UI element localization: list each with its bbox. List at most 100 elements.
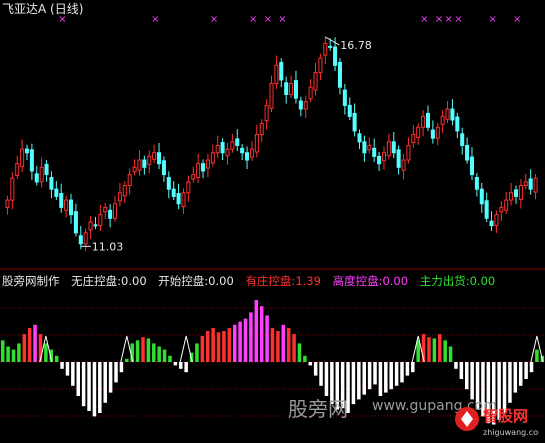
indicator-bar: [438, 334, 442, 362]
indicator-bar: [378, 362, 383, 396]
candle-body: [10, 177, 15, 201]
candle-body: [201, 163, 206, 172]
candle-body: [489, 220, 494, 227]
candle-body: [381, 152, 386, 162]
candle-body: [303, 101, 308, 110]
indicator-bar: [529, 362, 534, 373]
candle-body: [147, 155, 152, 165]
indicator-bar: [98, 362, 102, 413]
candle-body: [484, 200, 489, 219]
candle-body: [24, 148, 30, 154]
indicator-bar: [416, 340, 420, 362]
indicator-bar: [222, 331, 226, 362]
indicator-bar: [465, 362, 469, 390]
indicator-bar: [362, 362, 366, 395]
candle-body: [132, 166, 137, 173]
candle-body: [137, 159, 142, 171]
stock-name: 飞亚达A: [2, 2, 47, 16]
indicator-bar: [33, 324, 37, 362]
candle-body: [465, 144, 470, 161]
indicator-bar: [216, 332, 221, 362]
candle-body: [460, 133, 465, 146]
zhigu-logo: 智股网 zhiguwang.com: [455, 407, 539, 437]
logo-text: 智股网: [483, 407, 528, 425]
indicator-bar: [276, 331, 280, 362]
candle-body: [210, 152, 215, 164]
candle-body: [411, 134, 416, 144]
indicator-legend: 股旁网制作 无庄控盘:0.00 开始控盘:0.00 有庄控盘:1.39 高度控盘…: [2, 273, 503, 289]
indicator-bar: [508, 362, 512, 403]
candle-body: [435, 126, 440, 139]
candle-body: [337, 61, 342, 88]
indicator-bar: [238, 321, 242, 362]
indicator-bar: [432, 338, 437, 362]
indicator-bar: [324, 362, 329, 396]
candle-body: [391, 141, 396, 154]
indicator-bar: [254, 300, 259, 362]
candle-body: [474, 177, 479, 190]
candle-body: [249, 148, 254, 158]
low-price-label: 11.03: [92, 240, 124, 253]
indicator-bar: [60, 362, 64, 369]
indicator-bar: [459, 362, 464, 379]
indicator-bar: [394, 362, 399, 386]
indicator-bar: [200, 335, 205, 362]
indicator-bar: [313, 362, 318, 376]
indicator-bar: [11, 349, 16, 362]
high-pointer: [325, 36, 340, 46]
indicator-bar: [146, 338, 151, 362]
stock-chart: ×××××××××××××××× 16.78 11.03: [0, 14, 545, 425]
candle-body: [450, 108, 455, 121]
indicator-bar: [17, 343, 21, 362]
candle-body: [64, 199, 69, 211]
candle-body: [533, 177, 538, 193]
candle-body: [518, 185, 523, 200]
candle-body: [269, 83, 274, 109]
indicator-bar: [141, 337, 145, 362]
candle-body: [235, 138, 240, 146]
indicator-bar: [232, 324, 237, 362]
indicator-bar: [405, 362, 410, 376]
cross-marker: ×: [420, 14, 428, 25]
candle-body: [494, 214, 499, 227]
candle-body: [440, 115, 445, 125]
indicator-bar: [211, 327, 215, 362]
candle-body: [513, 189, 519, 197]
indicator-bar: [179, 362, 183, 369]
cross-marker: ×: [445, 14, 453, 25]
candle-body: [122, 185, 127, 197]
candle-body: [215, 144, 220, 154]
indicator-bar: [205, 331, 210, 362]
candle-body: [274, 64, 279, 85]
cross-marker: ×: [489, 14, 497, 25]
indicator-bar: [173, 362, 178, 366]
candle-body: [469, 156, 475, 176]
candle-body: [59, 193, 64, 208]
indicator-bar: [65, 362, 70, 376]
indicator-bar: [114, 362, 118, 383]
candle-body: [20, 148, 25, 168]
indicator-bar: [0, 340, 5, 362]
candle-body: [406, 144, 411, 161]
candle-body: [225, 148, 230, 157]
candle-body: [254, 134, 259, 153]
candle-body: [186, 181, 191, 194]
indicator-item-3: 高度控盘:0.00: [332, 274, 409, 288]
candle-body: [445, 108, 450, 120]
candle-body: [528, 178, 533, 190]
cross-marker: ×: [454, 14, 462, 25]
candle-body: [352, 112, 357, 132]
indicator-bar: [108, 362, 113, 393]
indicator-bar: [125, 358, 129, 362]
candle-body: [347, 104, 352, 117]
candle-body: [377, 155, 382, 165]
indicator-bar: [259, 306, 264, 362]
indicator-bar: [44, 343, 48, 362]
indicator-bar: [103, 362, 107, 403]
candle-body: [313, 72, 318, 91]
candle-body: [39, 166, 44, 183]
candle-body: [284, 82, 289, 95]
indicator-bar: [119, 362, 124, 373]
candle-body: [264, 104, 269, 122]
candle-body: [259, 123, 264, 136]
